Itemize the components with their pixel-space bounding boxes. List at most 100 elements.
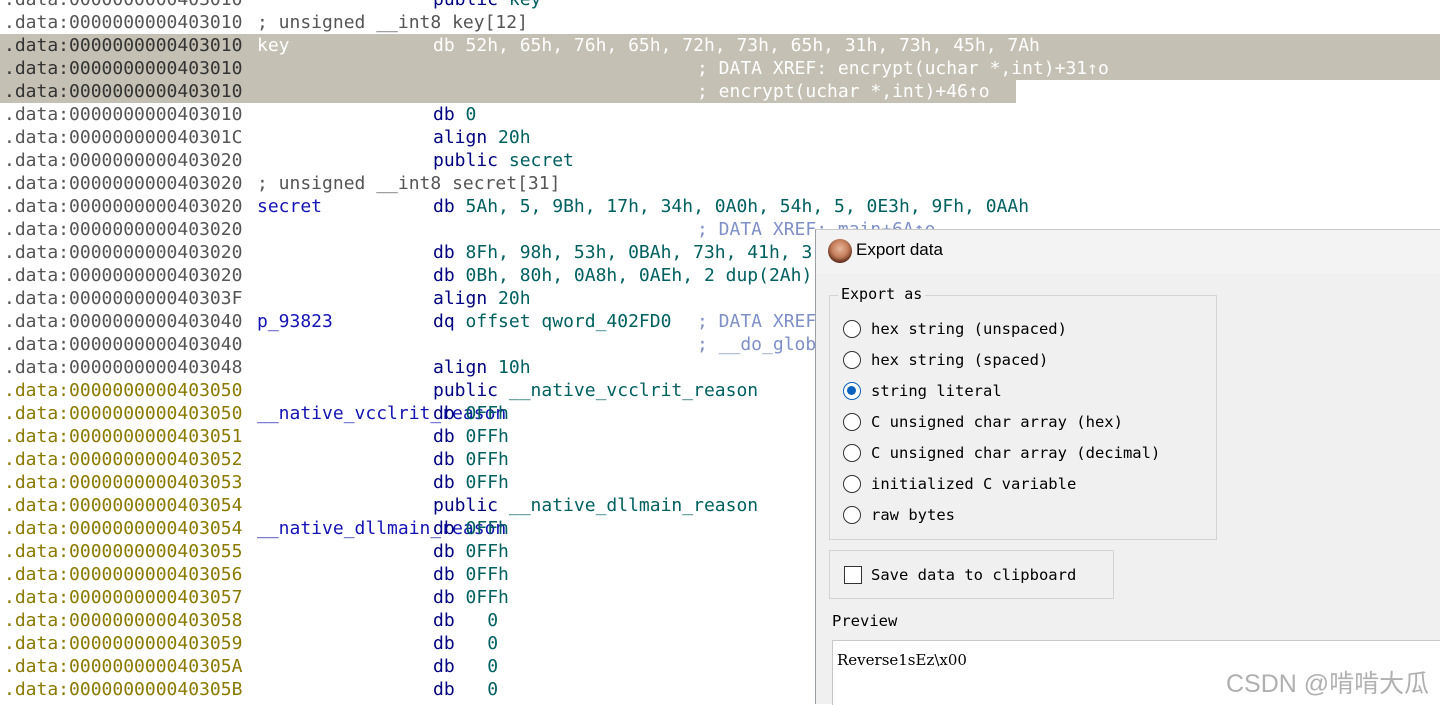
- export-option-label: raw bytes: [871, 506, 955, 524]
- line-address: .data:0000000000403010: [4, 81, 243, 102]
- line-address: .data:0000000000403010: [4, 35, 243, 56]
- listing-line[interactable]: .data:0000000000403010 ; unsigned __int8 …: [0, 11, 1440, 34]
- line-instruction: db 52h, 65h, 76h, 65h, 72h, 73h, 65h, 31…: [433, 34, 1040, 57]
- line-mnemonic: db: [433, 449, 455, 470]
- radio-unselected-icon[interactable]: [843, 475, 861, 493]
- line-operand: secret: [508, 150, 574, 171]
- line-operand: 0: [465, 679, 499, 700]
- line-address: .data:0000000000403040: [4, 311, 243, 332]
- line-instruction: db 0FFh: [433, 471, 509, 494]
- line-address: .data:000000000040301C: [4, 127, 243, 148]
- line-mnemonic: db: [433, 610, 455, 631]
- line-address: .data:0000000000403054: [4, 518, 243, 539]
- dialog-title-bar[interactable]: Export data: [816, 230, 1440, 273]
- line-mnemonic: db: [433, 242, 455, 263]
- line-instruction: db 0FFh: [433, 402, 509, 425]
- csdn-watermark: CSDN @啃啃大瓜: [1226, 670, 1430, 698]
- preview-text: Reverse1sEz\x00: [837, 651, 967, 669]
- line-operand: 0: [465, 656, 499, 677]
- line-operand: 8Fh, 98h, 53h, 0BAh, 73h, 41h, 3: [465, 242, 813, 263]
- line-mnemonic: db: [433, 472, 455, 493]
- radio-unselected-icon[interactable]: [843, 351, 861, 369]
- line-mnemonic: align: [433, 357, 488, 378]
- line-instruction: db 0FFh: [433, 586, 509, 609]
- line-mnemonic: db: [433, 656, 455, 677]
- export-option-label: C unsigned char array (decimal): [871, 444, 1161, 462]
- line-operand: 0Bh, 80h, 0A8h, 0AEh, 2 dup(2Ah): [465, 265, 813, 286]
- line-operand: 5Ah, 5, 9Bh, 17h, 34h, 0A0h, 54h, 5, 0E3…: [465, 196, 1030, 217]
- line-address: .data:000000000040305A: [4, 656, 243, 677]
- line-address: .data:0000000000403010: [4, 104, 243, 125]
- line-operand: 0: [465, 104, 477, 125]
- line-mnemonic: public: [433, 0, 498, 10]
- dialog-title: Export data: [856, 240, 943, 259]
- line-operand: 0FFh: [465, 587, 509, 608]
- line-xref-comment: ; DATA XREF: encrypt(uchar *,int)+31↑o: [697, 58, 1109, 79]
- line-mnemonic: db: [433, 35, 455, 56]
- radio-unselected-icon[interactable]: [843, 413, 861, 431]
- listing-line[interactable]: .data:0000000000403010 public key: [0, 0, 1440, 11]
- line-instruction: public secret: [433, 149, 574, 172]
- line-operand: 0: [465, 633, 499, 654]
- line-mnemonic: db: [433, 426, 455, 447]
- listing-line[interactable]: .data:0000000000403010 key db 52h, 65h, 76…: [0, 34, 1440, 57]
- line-instruction: dq offset qword_402FD0: [433, 310, 671, 333]
- line-address: .data:0000000000403040: [4, 334, 243, 355]
- line-mnemonic: db: [433, 265, 455, 286]
- line-mnemonic: db: [433, 104, 455, 125]
- line-instruction: align 20h: [433, 287, 531, 310]
- line-operand: 0: [465, 610, 499, 631]
- line-mnemonic: public: [433, 150, 499, 171]
- line-instruction: db 8Fh, 98h, 53h, 0BAh, 73h, 41h, 3: [433, 241, 812, 264]
- line-declaration-comment: ; unsigned __int8 key[12]: [257, 12, 528, 33]
- save-to-clipboard-checkbox[interactable]: [844, 566, 862, 584]
- line-xref-comment: ; __do_glob: [697, 334, 817, 355]
- line-operand: 52h, 65h, 76h, 65h, 72h, 73h, 65h, 31h, …: [465, 35, 1040, 56]
- line-instruction: db 0: [433, 609, 498, 632]
- listing-line[interactable]: .data:0000000000403010 ; encrypt(uchar *,…: [0, 80, 1440, 103]
- line-instruction: db 0FFh: [433, 540, 509, 563]
- line-operand: 0FFh: [465, 449, 509, 470]
- export-as-label: Export as: [838, 285, 926, 303]
- listing-line[interactable]: .data:0000000000403010 db 0: [0, 103, 1440, 126]
- listing-line[interactable]: .data:0000000000403020 secret db 5Ah, 5, 9…: [0, 195, 1440, 218]
- line-mnemonic: dq: [433, 311, 455, 332]
- line-mnemonic: db: [433, 564, 455, 585]
- line-operand: 0FFh: [465, 518, 509, 539]
- line-address: .data:0000000000403050: [4, 380, 243, 401]
- line-address: .data:0000000000403055: [4, 541, 243, 562]
- line-address: .data:0000000000403048: [4, 357, 243, 378]
- line-mnemonic: db: [433, 518, 455, 539]
- line-xref-comment: ; encrypt(uchar *,int)+46↑o: [697, 81, 990, 102]
- listing-line[interactable]: .data:0000000000403020 ; unsigned __int8 …: [0, 172, 1440, 195]
- line-instruction: db 5Ah, 5, 9Bh, 17h, 34h, 0A0h, 54h, 5, …: [433, 195, 1029, 218]
- listing-line[interactable]: .data:0000000000403020 public secret: [0, 149, 1440, 172]
- save-to-clipboard-label[interactable]: Save data to clipboard: [871, 566, 1076, 584]
- line-instruction: db 0: [433, 632, 498, 655]
- export-option-label: C unsigned char array (hex): [871, 413, 1123, 431]
- line-address: .data:0000000000403010: [4, 58, 243, 79]
- radio-selected-icon[interactable]: [843, 382, 861, 400]
- radio-unselected-icon[interactable]: [843, 444, 861, 462]
- preview-label: Preview: [832, 612, 898, 630]
- line-address: .data:0000000000403057: [4, 587, 243, 608]
- line-operand: offset qword_402FD0: [465, 311, 672, 332]
- line-address: .data:000000000040303F: [4, 288, 243, 309]
- line-label: key: [257, 35, 290, 56]
- line-operand: 0FFh: [465, 426, 509, 447]
- line-operand: 20h: [498, 127, 531, 148]
- listing-line[interactable]: .data:0000000000403010 ; DATA XREF: encry…: [0, 57, 1440, 80]
- radio-unselected-icon[interactable]: [843, 320, 861, 338]
- line-mnemonic: db: [433, 679, 455, 700]
- line-instruction: db 0Bh, 80h, 0A8h, 0AEh, 2 dup(2Ah): [433, 264, 812, 287]
- line-instruction: db 0: [433, 678, 498, 701]
- listing-line[interactable]: .data:000000000040301C align 20h: [0, 126, 1440, 149]
- line-address: .data:0000000000403010: [4, 0, 242, 11]
- clipboard-group: Save data to clipboard: [829, 550, 1114, 599]
- export-option-label: hex string (unspaced): [871, 320, 1067, 338]
- radio-unselected-icon[interactable]: [843, 506, 861, 524]
- export-option-label: string literal: [871, 382, 1002, 400]
- line-operand: 20h: [498, 288, 531, 309]
- line-address: .data:0000000000403053: [4, 472, 243, 493]
- export-option-label: hex string (spaced): [871, 351, 1049, 369]
